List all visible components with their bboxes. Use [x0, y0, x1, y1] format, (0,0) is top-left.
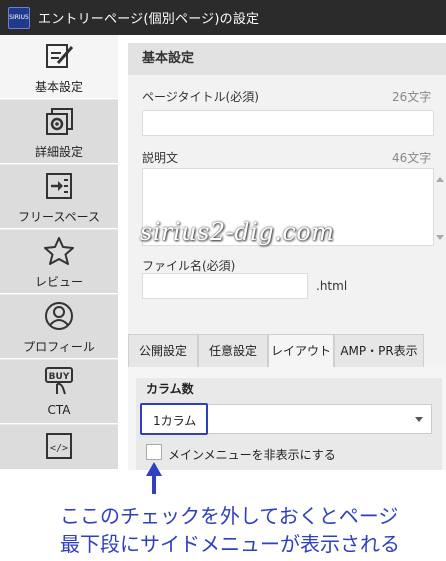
- sidebar: 基本設定 詳細設定 フリースペース レビュー プロフィール BUY CTA </…: [0, 35, 118, 470]
- description-counter: 46文字: [392, 151, 432, 165]
- sidebar-item-profile[interactable]: プロフィール: [0, 295, 118, 359]
- sidebar-item-label: プロフィール: [23, 340, 95, 354]
- tab-publish[interactable]: 公開設定: [128, 334, 198, 368]
- sidebar-item-review[interactable]: レビュー: [0, 230, 118, 294]
- file-extension-label: .html: [316, 279, 348, 293]
- tab-amp-pr[interactable]: AMP・PR表示: [334, 334, 424, 368]
- sidebar-item-basic[interactable]: 基本設定: [0, 35, 118, 99]
- user-icon: [45, 302, 73, 330]
- tab-optional[interactable]: 任意設定: [198, 334, 268, 368]
- sidebar-item-cta[interactable]: BUY CTA: [0, 360, 118, 424]
- window-titlebar: SIRIUS エントリーページ(個別ページ)の設定: [0, 0, 446, 35]
- watermark: sirius2-dig.com: [140, 218, 335, 246]
- settings-icon: [46, 108, 73, 135]
- sidebar-item-detail[interactable]: 詳細設定: [0, 100, 118, 164]
- sidebar-item-freespace[interactable]: フリースペース: [0, 165, 118, 229]
- sidebar-item-label: 基本設定: [34, 80, 83, 94]
- chevron-down-icon: [415, 417, 423, 422]
- file-name-label: ファイル名(必須): [142, 259, 236, 273]
- column-title: カラム数: [146, 382, 194, 396]
- sidebar-item-label: 詳細設定: [34, 145, 83, 159]
- svg-text:</>: </>: [50, 443, 68, 454]
- panel-heading: 基本設定: [128, 43, 446, 75]
- hide-menu-checkbox[interactable]: [146, 444, 162, 460]
- file-name-input[interactable]: [142, 273, 308, 299]
- page-title-label: ページタイトル(必須): [142, 90, 259, 104]
- buy-icon: BUY: [45, 367, 73, 395]
- sidebar-item-label: レビュー: [34, 275, 83, 289]
- page-title-input[interactable]: [142, 110, 434, 136]
- highlight-box: [140, 403, 208, 435]
- page-title-counter: 26文字: [392, 90, 432, 104]
- login-arrow-icon: [46, 173, 72, 199]
- sidebar-item-label: CTA: [47, 403, 71, 417]
- annotation-line-1: ここのチェックを外しておくとページ: [60, 504, 399, 528]
- hide-menu-label: メインメニューを非表示にする: [168, 448, 336, 462]
- description-label: 説明文: [142, 151, 179, 165]
- edit-icon: [46, 44, 74, 68]
- sidebar-item-code[interactable]: </>: [0, 425, 118, 470]
- tab-layout[interactable]: レイアウト: [268, 334, 334, 368]
- svg-text:BUY: BUY: [49, 372, 70, 382]
- window-title: エントリーページ(個別ページ)の設定: [38, 12, 260, 27]
- code-icon: </>: [46, 433, 72, 459]
- app-icon: SIRIUS: [8, 6, 30, 29]
- star-icon: [44, 237, 74, 265]
- settings-tabs: 公開設定 任意設定 レイアウト AMP・PR表示: [128, 334, 446, 368]
- annotation-line-2: 最下段にサイドメニューが表示される: [60, 532, 400, 556]
- arrow-shaft: [152, 474, 156, 494]
- scroll-down-icon[interactable]: [436, 235, 444, 240]
- scroll-up-icon[interactable]: [436, 177, 444, 182]
- sidebar-item-label: フリースペース: [18, 210, 100, 224]
